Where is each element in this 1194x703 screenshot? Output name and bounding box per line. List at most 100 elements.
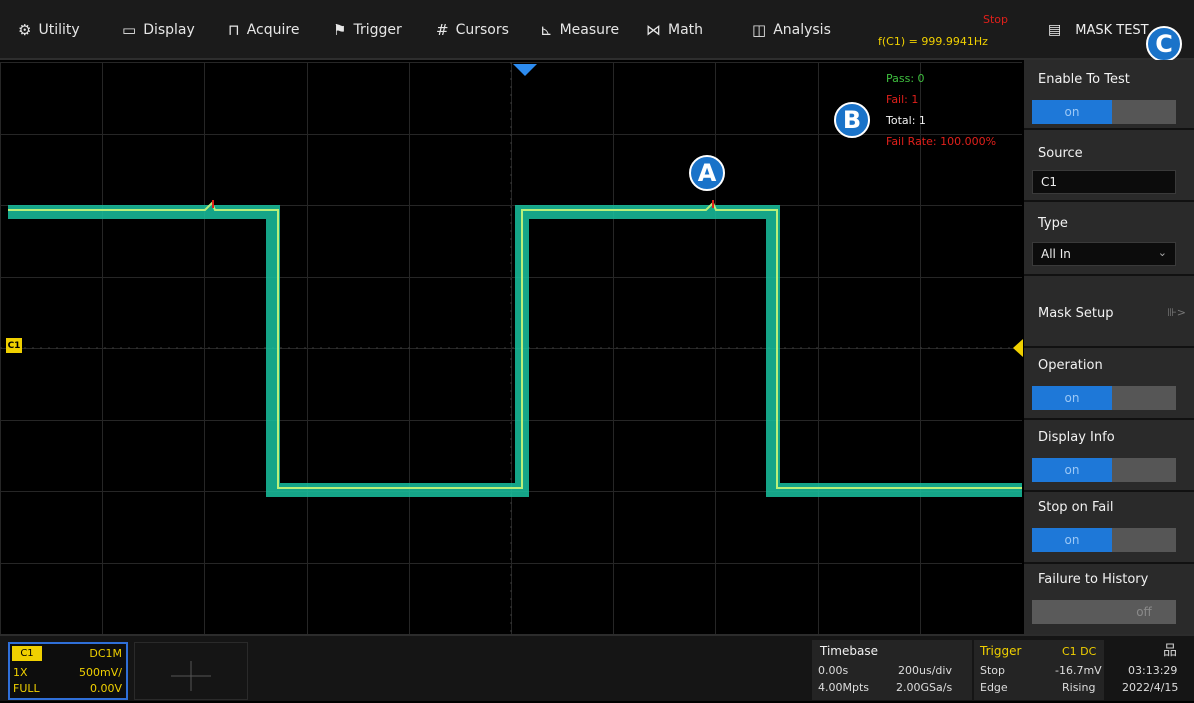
center-axis-dot [200, 347, 202, 349]
center-axis-dot [216, 347, 218, 349]
center-axis-dot [510, 366, 512, 368]
center-axis-dot [510, 430, 512, 432]
menu-measure[interactable]: ⊾ Measure [540, 0, 619, 60]
center-axis-dot [64, 347, 66, 349]
acquire-icon: ⊓ [228, 21, 240, 39]
center-axis-dot [384, 347, 386, 349]
trigger-type: Edge [980, 681, 1008, 694]
channel-1-info[interactable]: C1 DC1M 1X 500mV/ FULL 0.00V [8, 642, 128, 700]
center-axis-dot [336, 347, 338, 349]
timebase-scale: 200us/div [898, 664, 952, 677]
source-value: C1 [1041, 175, 1058, 189]
center-axis-dot [728, 347, 730, 349]
center-axis-dot [510, 270, 512, 272]
run-state: Stop [982, 13, 1008, 26]
menu-utility[interactable]: ⚙ Utility [18, 0, 80, 60]
toggle-on [1032, 600, 1112, 624]
source-item[interactable]: Source C1 [1024, 132, 1194, 202]
stop-on-fail-item[interactable]: Stop on Fail on [1024, 494, 1194, 564]
center-axis-dot [376, 347, 378, 349]
channel-offset: 0.00V [89, 682, 122, 695]
top-menu-bar: ⚙ Utility ▭ Display ⊓ Acquire ⚑ Trigger … [0, 0, 1194, 60]
acquisition-status[interactable]: Stop f(C1) = 999.9941Hz [868, 8, 1020, 52]
center-axis-dot [896, 347, 898, 349]
mask-setup-item[interactable]: Mask Setup ⊪> [1024, 278, 1194, 348]
center-axis-dot [510, 334, 512, 336]
center-axis-dot [152, 347, 154, 349]
center-axis-dot [32, 347, 34, 349]
center-axis-dot [510, 214, 512, 216]
center-axis-dot [510, 110, 512, 112]
clock-date: 2022/4/15 [1122, 681, 1179, 694]
center-axis-dot [510, 510, 512, 512]
menu-trigger[interactable]: ⚑ Trigger [333, 0, 402, 60]
source-select[interactable]: C1 [1032, 170, 1176, 194]
trigger-level: -16.7mV [1055, 664, 1102, 677]
menu-display[interactable]: ▭ Display [122, 0, 195, 60]
stop-on-fail-toggle[interactable]: on [1032, 528, 1176, 552]
center-axis-dot [510, 606, 512, 608]
center-axis-dot [1000, 347, 1002, 349]
center-axis-dot [72, 347, 74, 349]
center-axis-dot [128, 347, 130, 349]
center-axis-dot [416, 347, 418, 349]
center-axis-dot [1008, 347, 1010, 349]
center-axis-dot [544, 347, 546, 349]
display-info-item[interactable]: Display Info on [1024, 422, 1194, 492]
center-axis-dot [510, 590, 512, 592]
enable-to-test-item[interactable]: Enable To Test on [1024, 60, 1194, 130]
center-axis-dot [510, 502, 512, 504]
center-axis-dot [510, 558, 512, 560]
enable-to-test-toggle[interactable]: on [1032, 100, 1176, 124]
center-axis-dot [208, 347, 210, 349]
center-axis-dot [904, 347, 906, 349]
display-info-toggle[interactable]: on [1032, 458, 1176, 482]
waveform-display[interactable] [0, 62, 1022, 634]
center-axis-dot [136, 347, 138, 349]
menu-analysis[interactable]: ◫ Analysis [752, 0, 831, 60]
menu-math[interactable]: ⋈ Math [646, 0, 703, 60]
trigger-source: C1 DC [1062, 645, 1097, 658]
center-axis-dot [752, 347, 754, 349]
type-select[interactable]: All In ⌄ [1032, 242, 1176, 266]
operation-toggle[interactable]: on [1032, 386, 1176, 410]
center-axis-dot [510, 454, 512, 456]
center-axis-dot [510, 438, 512, 440]
center-axis-dot [510, 78, 512, 80]
center-axis-dot [510, 86, 512, 88]
trigger-level-marker[interactable] [1013, 339, 1023, 357]
center-axis-dot [510, 118, 512, 120]
center-axis-dot [510, 102, 512, 104]
bottom-status-bar: C1 DC1M 1X 500mV/ FULL 0.00V Timebase 0.… [0, 634, 1194, 701]
center-axis-dot [510, 374, 512, 376]
center-axis-dot [936, 347, 938, 349]
menu-acquire[interactable]: ⊓ Acquire [228, 0, 299, 60]
toggle-off [1112, 386, 1176, 410]
center-axis-dot [304, 347, 306, 349]
center-axis-dot [510, 158, 512, 160]
document-icon: ▤ [1048, 22, 1062, 38]
center-axis-dot [656, 347, 658, 349]
menu-measure-label: Measure [559, 22, 620, 38]
add-channel-slot[interactable] [134, 642, 248, 700]
center-axis-dot [510, 478, 512, 480]
center-axis-dot [296, 347, 298, 349]
type-item[interactable]: Type All In ⌄ [1024, 204, 1194, 276]
failure-to-history-toggle[interactable]: off [1032, 600, 1176, 624]
center-axis-dot [510, 550, 512, 552]
menu-cursors[interactable]: # Cursors [436, 0, 509, 60]
center-axis-dot [510, 622, 512, 624]
channel-offset-marker[interactable]: C1 [6, 338, 22, 353]
center-axis-dot [510, 446, 512, 448]
failure-to-history-item[interactable]: Failure to History off [1024, 566, 1194, 634]
chevron-down-icon: ⌄ [1157, 246, 1167, 259]
center-axis-dot [160, 347, 162, 349]
trigger-position-marker[interactable] [513, 64, 537, 76]
center-axis-dot [510, 350, 512, 352]
center-axis-dot [510, 70, 512, 72]
center-axis-dot [510, 222, 512, 224]
operation-item[interactable]: Operation on [1024, 350, 1194, 420]
menu-math-label: Math [668, 22, 704, 38]
center-axis-dot [510, 630, 512, 632]
network-icon[interactable]: 品 [1163, 640, 1177, 660]
